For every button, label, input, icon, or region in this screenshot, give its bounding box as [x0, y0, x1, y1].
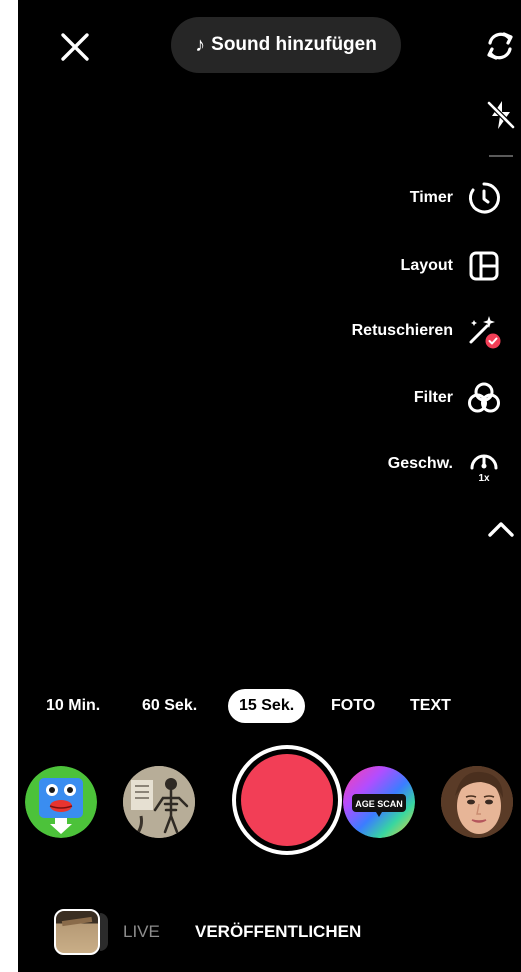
close-icon	[61, 33, 89, 61]
age-scan-label: AGE SCAN	[355, 799, 403, 809]
mode-15-sek[interactable]: 15 Sek.	[228, 689, 306, 723]
add-sound-button[interactable]: ♪ Sound hinzufügen	[171, 17, 401, 73]
tab-publish[interactable]: VERÖFFENTLICHEN	[195, 920, 361, 944]
cartoon-face-effect-icon	[25, 766, 97, 838]
speed-icon: 1x	[465, 445, 503, 484]
filter-icon	[465, 379, 503, 417]
collapse-tools-button[interactable]	[485, 517, 517, 541]
filter-label: Filter	[413, 389, 453, 406]
mode-foto[interactable]: FOTO	[331, 689, 375, 723]
layout-tool[interactable]: Layout	[401, 246, 503, 286]
gallery-thumbnail[interactable]	[54, 909, 100, 955]
toolbar-divider	[489, 155, 513, 157]
mode-60-sek[interactable]: 60 Sek.	[142, 689, 197, 723]
timer-label: Timer	[409, 189, 453, 206]
chevron-up-icon	[488, 522, 514, 537]
retouch-tool[interactable]: Retuschieren	[352, 311, 503, 351]
effect-age-scan[interactable]: AGE SCAN	[343, 766, 415, 838]
effect-face[interactable]	[441, 766, 513, 838]
camera-screen: ♪ Sound hinzufügen Timer Layout Retuschi…	[18, 0, 521, 972]
layout-label: Layout	[400, 257, 453, 274]
mode-10-min[interactable]: 10 Min.	[46, 689, 100, 723]
record-button[interactable]	[232, 745, 342, 855]
close-button[interactable]	[58, 30, 92, 64]
gallery-stack	[100, 913, 108, 951]
face-effect-icon	[441, 766, 513, 838]
layout-icon	[465, 247, 503, 285]
tab-live[interactable]: LIVE	[123, 920, 160, 944]
record-button-inner	[241, 754, 333, 846]
timer-tool[interactable]: Timer	[410, 178, 503, 218]
flash-off-icon	[486, 100, 516, 130]
retouch-icon	[465, 312, 503, 350]
skeleton-photo-effect-icon	[123, 766, 195, 838]
timer-icon	[465, 179, 503, 217]
filter-tool[interactable]: Filter	[414, 378, 503, 418]
effect-cartoon-face[interactable]	[25, 766, 97, 838]
flip-camera-button[interactable]	[482, 28, 518, 64]
age-scan-effect-icon: AGE SCAN	[343, 766, 415, 838]
speed-label: Geschw.	[387, 455, 453, 472]
mode-text[interactable]: TEXT	[410, 689, 451, 723]
flip-camera-icon	[487, 32, 513, 60]
mode-selector: 10 Min. 60 Sek. 15 Sek. FOTO TEXT	[18, 689, 521, 723]
flash-button[interactable]	[484, 98, 518, 132]
retouch-label: Retuschieren	[351, 322, 453, 339]
speed-tool[interactable]: Geschw. 1x	[388, 444, 503, 484]
add-sound-label: Sound hinzufügen	[211, 34, 377, 55]
music-note-icon: ♪	[195, 34, 206, 56]
speed-badge: 1x	[478, 473, 490, 484]
effect-photo-skeleton[interactable]	[123, 766, 195, 838]
